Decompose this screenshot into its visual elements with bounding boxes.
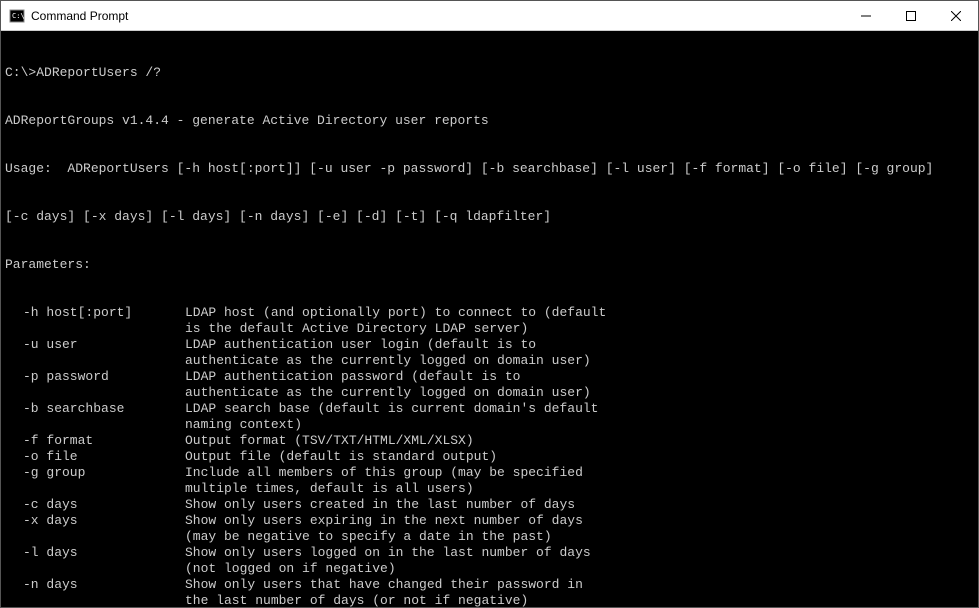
param-flag: -u user <box>5 337 185 353</box>
param-flag: -h host[:port] <box>5 305 185 321</box>
param-row: -x daysShow only users expiring in the n… <box>5 513 974 529</box>
minimize-button[interactable] <box>843 1 888 30</box>
param-desc: LDAP host (and optionally port) to conne… <box>185 305 974 321</box>
prompt-text: C:\> <box>5 65 36 80</box>
param-flag: -p password <box>5 369 185 385</box>
param-row: -g groupInclude all members of this grou… <box>5 465 974 481</box>
terminal-line: Usage: ADReportUsers [-h host[:port]] [-… <box>5 161 974 177</box>
param-row: -o fileOutput file (default is standard … <box>5 449 974 465</box>
close-button[interactable] <box>933 1 978 30</box>
param-desc-continuation: is the default Active Directory LDAP ser… <box>5 321 974 337</box>
param-desc: Show only users that have changed their … <box>185 577 974 593</box>
param-row: -h host[:port]LDAP host (and optionally … <box>5 305 974 321</box>
param-flag: -x days <box>5 513 185 529</box>
param-desc: Show only users expiring in the next num… <box>185 513 974 529</box>
param-desc: LDAP authentication password (default is… <box>185 369 974 385</box>
param-row: -u userLDAP authentication user login (d… <box>5 337 974 353</box>
param-desc-continuation: naming context) <box>5 417 974 433</box>
param-desc-continuation: (may be negative to specify a date in th… <box>5 529 974 545</box>
param-desc: Output format (TSV/TXT/HTML/XML/XLSX) <box>185 433 974 449</box>
param-flag: -g group <box>5 465 185 481</box>
titlebar[interactable]: C:\ Command Prompt <box>1 1 978 31</box>
param-desc: Output file (default is standard output) <box>185 449 974 465</box>
param-row: -n daysShow only users that have changed… <box>5 577 974 593</box>
param-desc-continuation: (not logged on if negative) <box>5 561 974 577</box>
param-row: -l daysShow only users logged on in the … <box>5 545 974 561</box>
param-flag: -b searchbase <box>5 401 185 417</box>
maximize-button[interactable] <box>888 1 933 30</box>
terminal-output[interactable]: C:\>ADReportUsers /? ADReportGroups v1.4… <box>1 31 978 607</box>
param-row: -c daysShow only users created in the la… <box>5 497 974 513</box>
param-desc-continuation: authenticate as the currently logged on … <box>5 353 974 369</box>
window-controls <box>843 1 978 30</box>
window-title: Command Prompt <box>31 9 843 23</box>
param-desc: Include all members of this group (may b… <box>185 465 974 481</box>
param-flag: -l days <box>5 545 185 561</box>
param-desc-continuation: multiple times, default is all users) <box>5 481 974 497</box>
terminal-line: Parameters: <box>5 257 974 273</box>
param-desc: Show only users logged on in the last nu… <box>185 545 974 561</box>
param-desc-continuation: the last number of days (or not if negat… <box>5 593 974 607</box>
terminal-line: ADReportGroups v1.4.4 - generate Active … <box>5 113 974 129</box>
command-text: ADReportUsers /? <box>36 65 161 80</box>
terminal-line: [-c days] [-x days] [-l days] [-n days] … <box>5 209 974 225</box>
cmd-icon: C:\ <box>9 8 25 24</box>
param-flag: -c days <box>5 497 185 513</box>
svg-text:C:\: C:\ <box>12 12 25 20</box>
param-desc: LDAP search base (default is current dom… <box>185 401 974 417</box>
param-desc: Show only users created in the last numb… <box>185 497 974 513</box>
param-flag: -o file <box>5 449 185 465</box>
param-row: -f formatOutput format (TSV/TXT/HTML/XML… <box>5 433 974 449</box>
param-row: -b searchbaseLDAP search base (default i… <box>5 401 974 417</box>
param-row: -p passwordLDAP authentication password … <box>5 369 974 385</box>
param-flag: -f format <box>5 433 185 449</box>
param-desc: LDAP authentication user login (default … <box>185 337 974 353</box>
param-desc-continuation: authenticate as the currently logged on … <box>5 385 974 401</box>
terminal-line: C:\>ADReportUsers /? <box>5 65 974 81</box>
param-flag: -n days <box>5 577 185 593</box>
command-prompt-window: C:\ Command Prompt C:\>ADReportUsers /? … <box>0 0 979 608</box>
